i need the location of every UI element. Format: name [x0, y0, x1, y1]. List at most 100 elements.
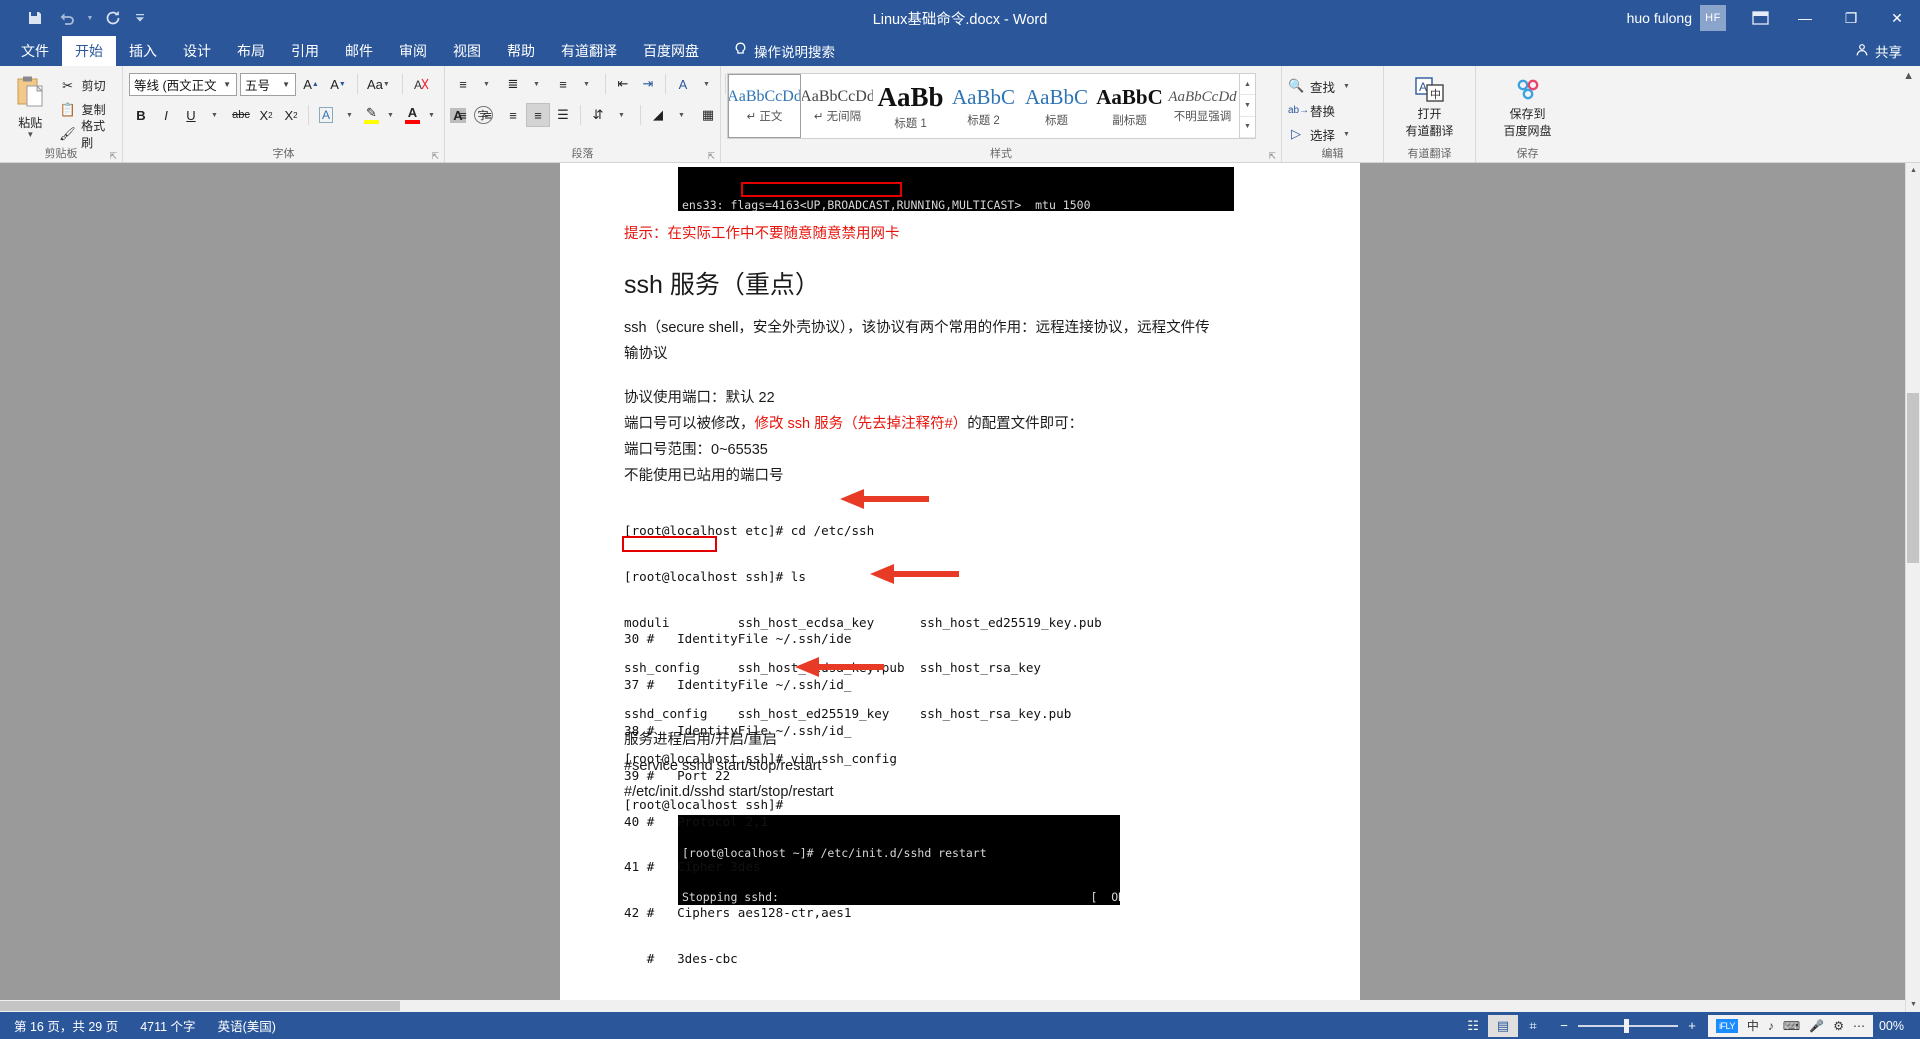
tab-help[interactable]: 帮助 — [494, 36, 548, 66]
tell-me-search[interactable]: 操作说明搜索 — [712, 36, 835, 66]
styles-more-icon[interactable]: ▼ — [1240, 117, 1255, 138]
font-dialog-launcher-icon[interactable]: ⇱ — [431, 148, 439, 164]
zoom-slider[interactable] — [1578, 1019, 1678, 1033]
page-indicator[interactable]: 第 16 页，共 29 页 — [14, 1016, 118, 1035]
user-account[interactable]: huo fulong HF — [1627, 5, 1726, 31]
paste-button[interactable]: 粘贴 ▼ — [6, 71, 55, 139]
line-spacing-dropdown-icon[interactable]: ▼ — [611, 103, 635, 127]
ribbon-display-options-icon[interactable] — [1738, 0, 1782, 36]
distribute-button[interactable]: ☰ — [551, 103, 575, 127]
justify-button[interactable]: ≡ — [526, 103, 550, 127]
ime-punctuation-icon[interactable]: ♪ — [1768, 1019, 1774, 1033]
ime-keyboard-icon[interactable]: ⌨ — [1783, 1019, 1800, 1033]
styles-scroll-down-icon[interactable]: ▼ — [1240, 95, 1255, 116]
horizontal-scrollbar[interactable] — [0, 1000, 1905, 1012]
shading-dropdown-icon[interactable]: ▼ — [671, 103, 695, 127]
tab-home[interactable]: 开始 — [62, 36, 116, 66]
ime-more-icon[interactable]: ⋯ — [1853, 1019, 1865, 1033]
subscript-button[interactable]: X2 — [254, 103, 278, 127]
collapse-ribbon-icon[interactable]: ▲ — [1903, 70, 1914, 82]
tab-references[interactable]: 引用 — [278, 36, 332, 66]
tab-mailings[interactable]: 邮件 — [332, 36, 386, 66]
increase-indent-button[interactable]: ⇥ — [636, 72, 660, 96]
italic-button[interactable]: I — [154, 103, 178, 127]
tab-file[interactable]: 文件 — [8, 36, 62, 66]
tab-review[interactable]: 审阅 — [386, 36, 440, 66]
line-spacing-button[interactable]: ⇵ — [586, 103, 610, 127]
zoom-level[interactable]: 00% — [1879, 1019, 1914, 1033]
document-page[interactable]: ens33: flags=4163<UP,BROADCAST,RUNNING,M… — [560, 163, 1360, 1012]
ime-settings-icon[interactable]: ⚙ — [1833, 1019, 1844, 1033]
bold-button[interactable]: B — [129, 103, 153, 127]
word-count[interactable]: 4711 个字 — [140, 1016, 195, 1035]
ime-mode-chinese[interactable]: 中 — [1747, 1017, 1759, 1034]
tab-insert[interactable]: 插入 — [116, 36, 170, 66]
numbering-button[interactable]: ≣ — [501, 72, 525, 96]
align-right-button[interactable]: ≡ — [501, 103, 525, 127]
share-button[interactable]: 共享 — [1855, 36, 1920, 66]
view-web-layout-button[interactable]: ⌗ — [1518, 1015, 1548, 1037]
text-effects-button[interactable]: A — [314, 103, 338, 127]
ime-toolbar[interactable]: iFLY 中 ♪ ⌨ 🎤 ⚙ ⋯ — [1708, 1015, 1873, 1037]
sort-button[interactable]: A — [671, 72, 695, 96]
language-indicator[interactable]: 英语(美国) — [218, 1016, 276, 1035]
close-button[interactable]: ✕ — [1874, 0, 1920, 36]
font-color-dropdown-icon[interactable]: ▼ — [421, 103, 445, 127]
tab-design[interactable]: 设计 — [170, 36, 224, 66]
borders-button[interactable]: ▦ — [696, 103, 720, 127]
style-item-heading-1[interactable]: AaBb 标题 1 — [874, 74, 947, 138]
select-button[interactable]: ▷ 选择 ▼ — [1288, 124, 1350, 144]
paste-dropdown-icon[interactable]: ▼ — [26, 131, 34, 139]
text-highlight-button[interactable]: ✎ — [364, 103, 379, 127]
style-item-no-spacing[interactable]: AaBbCcDd ↵ 无间隔 — [801, 74, 874, 138]
sort-dropdown-icon[interactable]: ▼ — [696, 72, 720, 96]
select-dropdown-icon[interactable]: ▼ — [1343, 131, 1350, 138]
chevron-down-icon[interactable]: ▼ — [279, 80, 293, 89]
multilevel-dropdown-icon[interactable]: ▼ — [576, 72, 600, 96]
scroll-down-icon[interactable]: ▼ — [1906, 997, 1920, 1012]
minimize-button[interactable]: — — [1782, 0, 1828, 36]
superscript-button[interactable]: X2 — [279, 103, 303, 127]
save-to-baidu-button[interactable]: 保存到 百度网盘 — [1490, 71, 1566, 139]
change-case-button[interactable]: Aa▼ — [365, 72, 395, 96]
numbering-dropdown-icon[interactable]: ▼ — [526, 72, 550, 96]
zoom-in-button[interactable]: + — [1686, 1018, 1698, 1033]
bullets-dropdown-icon[interactable]: ▼ — [476, 72, 500, 96]
vertical-scrollbar[interactable]: ▲ ▼ — [1905, 163, 1920, 1012]
scroll-up-icon[interactable]: ▲ — [1906, 163, 1920, 178]
hscrollbar-thumb[interactable] — [0, 1001, 400, 1011]
grow-font-button[interactable]: A▲ — [299, 72, 323, 96]
paragraph-dialog-launcher-icon[interactable]: ⇱ — [707, 148, 715, 164]
underline-button[interactable]: U — [179, 103, 203, 127]
find-dropdown-icon[interactable]: ▼ — [1343, 83, 1350, 90]
tab-view[interactable]: 视图 — [440, 36, 494, 66]
find-button[interactable]: 🔍 查找 ▼ — [1288, 76, 1350, 96]
style-item-heading-2[interactable]: AaBbC 标题 2 — [947, 74, 1020, 138]
restore-button[interactable]: ❐ — [1828, 0, 1874, 36]
view-print-layout-button[interactable]: ▤ — [1488, 1015, 1518, 1037]
multilevel-list-button[interactable]: ≡ — [551, 72, 575, 96]
replace-button[interactable]: ab→ 替换 — [1288, 100, 1350, 120]
shrink-font-button[interactable]: A▼ — [326, 72, 350, 96]
view-read-mode-button[interactable]: ☷ — [1458, 1015, 1488, 1037]
font-size-combo[interactable]: 五号 ▼ — [240, 73, 296, 96]
tab-layout[interactable]: 布局 — [224, 36, 278, 66]
customize-qat-icon[interactable] — [130, 4, 150, 32]
styles-scroll-up-icon[interactable]: ▲ — [1240, 74, 1255, 95]
shading-button[interactable]: ◢ — [646, 103, 670, 127]
bullets-button[interactable]: ≡ — [451, 72, 475, 96]
zoom-out-button[interactable]: − — [1558, 1018, 1570, 1033]
font-name-combo[interactable]: 等线 (西文正文 ▼ — [129, 73, 237, 96]
styles-gallery-scrollbar[interactable]: ▲ ▼ ▼ — [1240, 73, 1256, 139]
style-item-title[interactable]: AaBbC 标题 — [1020, 74, 1093, 138]
style-item-normal[interactable]: AaBbCcDd ↵ 正文 — [728, 74, 801, 138]
ime-microphone-icon[interactable]: 🎤 — [1809, 1019, 1824, 1033]
clipboard-dialog-launcher-icon[interactable]: ⇱ — [109, 148, 117, 164]
decrease-indent-button[interactable]: ⇤ — [611, 72, 635, 96]
zoom-thumb[interactable] — [1624, 1019, 1629, 1033]
scrollbar-thumb[interactable] — [1907, 393, 1919, 563]
clear-formatting-button[interactable]: A — [410, 72, 434, 96]
align-center-button[interactable]: ≡ — [476, 103, 500, 127]
strikethrough-button[interactable]: abc — [229, 103, 253, 127]
undo-icon[interactable] — [52, 4, 82, 32]
